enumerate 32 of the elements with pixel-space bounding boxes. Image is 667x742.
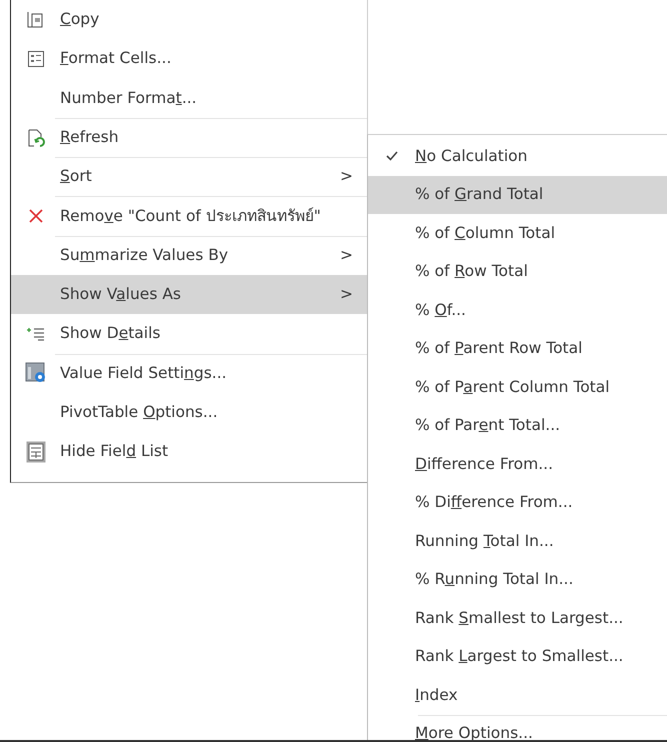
menu-item[interactable]: Show Details <box>11 314 367 354</box>
format-cells-icon <box>26 50 44 68</box>
submenu-item[interactable]: Rank Smallest to Largest... <box>368 599 667 638</box>
submenu-item[interactable]: % of Parent Column Total <box>368 368 667 406</box>
submenu-item[interactable]: Running Total In... <box>368 522 667 560</box>
submenu-item[interactable]: % Difference From... <box>368 484 667 522</box>
submenu-arrow: > <box>340 284 354 306</box>
submenu-item[interactable]: % of Column Total <box>368 214 667 252</box>
menu-item[interactable]: Hide Field List <box>11 432 367 472</box>
submenu-arrow: > <box>340 244 354 266</box>
refresh-icon <box>26 128 46 148</box>
submenu-item[interactable]: No Calculation <box>368 137 667 176</box>
menu-item[interactable]: Number Format... <box>11 78 367 118</box>
menu-item[interactable]: Format Cells... <box>11 39 367 79</box>
submenu-arrow: > <box>340 166 354 188</box>
menu-item[interactable]: PivotTable Options... <box>11 392 367 432</box>
submenu-item[interactable]: Index <box>368 676 667 714</box>
submenu-item[interactable]: % of Grand Total <box>368 176 667 214</box>
submenu-item[interactable]: % of Parent Row Total <box>368 330 667 368</box>
menu-item[interactable]: Copy <box>11 0 367 40</box>
show-details-icon <box>26 327 46 342</box>
submenu-item[interactable]: % Of... <box>368 291 667 330</box>
submenu-item[interactable]: % of Row Total <box>368 252 667 291</box>
submenu-item[interactable]: % of Parent Total... <box>368 406 667 445</box>
field-list-icon <box>26 440 46 463</box>
copy-icon <box>26 10 46 29</box>
submenu-item[interactable]: Difference From... <box>368 445 667 484</box>
menu-item[interactable]: Show Values As > <box>11 275 367 314</box>
value-field-settings-icon <box>24 362 46 384</box>
remove-icon <box>28 208 44 224</box>
submenu-item[interactable]: Rank Largest to Smallest... <box>368 638 667 676</box>
submenu-item[interactable]: % Running Total In... <box>368 560 667 599</box>
